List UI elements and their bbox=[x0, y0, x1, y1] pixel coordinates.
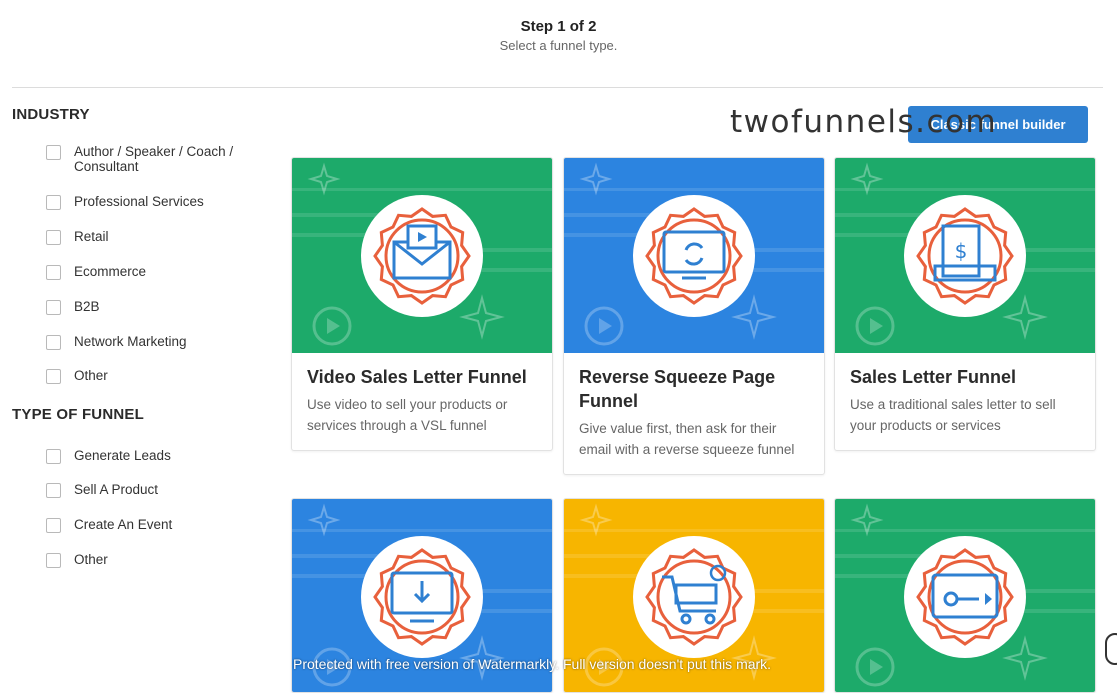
checkbox[interactable] bbox=[46, 230, 61, 245]
filter-industry-other[interactable]: Other bbox=[46, 368, 266, 384]
shopping-cart-icon bbox=[631, 534, 757, 660]
checkbox[interactable] bbox=[46, 518, 61, 533]
filter-type-product[interactable]: Sell A Product bbox=[46, 482, 266, 498]
checkbox[interactable] bbox=[46, 300, 61, 315]
funnel-card-description: Give value first, then ask for their ema… bbox=[579, 421, 795, 457]
filter-type-leads[interactable]: Generate Leads bbox=[46, 448, 266, 464]
checkbox[interactable] bbox=[46, 195, 61, 210]
filter-industry-network[interactable]: Network Marketing bbox=[46, 334, 266, 350]
funnel-card[interactable] bbox=[834, 498, 1096, 693]
type-heading: TYPE OF FUNNEL bbox=[12, 406, 144, 423]
funnel-card[interactable]: $ Sales Letter Funnel Use a traditional sa… bbox=[834, 157, 1096, 451]
checkbox[interactable] bbox=[46, 369, 61, 384]
funnel-card-title: Sales Letter Funnel bbox=[850, 367, 1017, 387]
filter-type-event[interactable]: Create An Event bbox=[46, 517, 266, 533]
filter-industry-professional[interactable]: Professional Services bbox=[46, 194, 266, 210]
video-envelope-icon bbox=[359, 193, 485, 319]
funnel-card-description: Use a traditional sales letter to sell y… bbox=[850, 397, 1056, 433]
card-key-icon bbox=[902, 534, 1028, 660]
checkbox[interactable] bbox=[46, 335, 61, 350]
funnel-card-title: Video Sales Letter Funnel bbox=[307, 367, 527, 387]
watermark-notice: Protected with free version of Watermark… bbox=[293, 656, 772, 672]
filter-industry-retail[interactable]: Retail bbox=[46, 229, 266, 245]
filter-industry-b2b[interactable]: B2B bbox=[46, 299, 266, 315]
step-title: Step 1 of 2 bbox=[520, 18, 597, 35]
checkbox[interactable] bbox=[46, 449, 61, 464]
industry-heading: INDUSTRY bbox=[12, 106, 90, 123]
funnel-card-image: $ bbox=[835, 158, 1095, 353]
funnel-card-image bbox=[835, 499, 1095, 692]
watermark-logo: twofunnels.com bbox=[730, 104, 998, 140]
filter-industry-ecommerce[interactable]: Ecommerce bbox=[46, 264, 266, 280]
funnel-card[interactable]: Video Sales Letter Funnel Use video to se… bbox=[291, 157, 553, 451]
checkbox[interactable] bbox=[46, 265, 61, 280]
monitor-download-icon bbox=[359, 534, 485, 660]
monitor-refresh-icon bbox=[631, 193, 757, 319]
filter-type-other[interactable]: Other bbox=[46, 552, 266, 568]
funnel-card-image bbox=[564, 158, 824, 353]
checkbox[interactable] bbox=[46, 553, 61, 568]
checkbox[interactable] bbox=[46, 145, 61, 160]
svg-text:$: $ bbox=[955, 239, 968, 263]
funnel-card[interactable]: Reverse Squeeze Page Funnel Give value fi… bbox=[563, 157, 825, 475]
checkbox[interactable] bbox=[46, 483, 61, 498]
sales-document-icon: $ bbox=[902, 193, 1028, 319]
scroll-handle[interactable] bbox=[1105, 633, 1117, 665]
funnel-card-image bbox=[292, 158, 552, 353]
funnel-card-description: Use video to sell your products or servi… bbox=[307, 397, 508, 433]
step-subtitle: Select a funnel type. bbox=[499, 38, 618, 53]
funnel-card-title: Reverse Squeeze Page Funnel bbox=[579, 367, 776, 411]
header-divider bbox=[12, 87, 1103, 88]
filter-industry-author[interactable]: Author / Speaker / Coach / Consultant bbox=[46, 144, 266, 174]
